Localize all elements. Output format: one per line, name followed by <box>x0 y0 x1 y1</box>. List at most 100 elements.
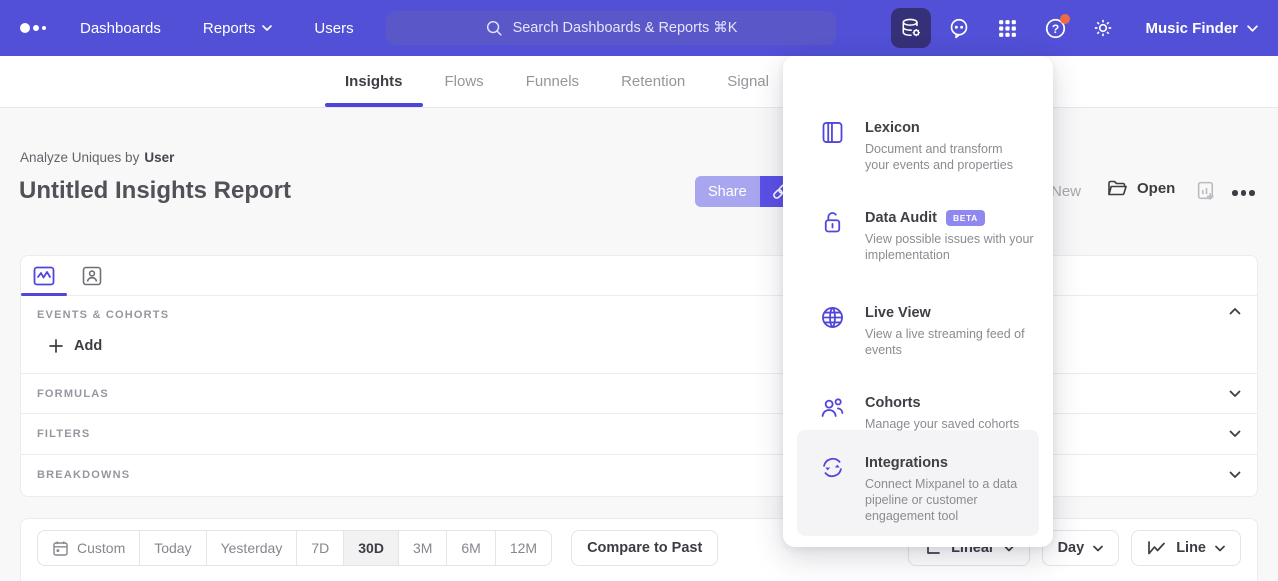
date-range-yesterday[interactable]: Yesterday <box>207 531 298 565</box>
lexicon-icon <box>819 119 847 147</box>
chevron-down-icon <box>1229 430 1241 438</box>
section-label: EVENTS & COHORTS <box>37 309 169 321</box>
add-label: Add <box>74 338 102 354</box>
plus-icon <box>49 339 63 353</box>
date-range-segmented-control: Custom Today Yesterday 7D 30D 3M 6M 12M <box>37 530 552 566</box>
data-management-button[interactable] <box>891 8 931 48</box>
section-breakdowns[interactable]: BREAKDOWNS <box>21 455 1257 495</box>
date-range-label: Today <box>154 540 191 556</box>
share-button[interactable]: Share <box>695 176 760 207</box>
open-report-button[interactable]: Open <box>1107 179 1175 198</box>
menu-item-cohorts[interactable]: Cohorts Manage your saved cohorts <box>783 395 1053 432</box>
chevron-down-icon <box>1247 25 1258 32</box>
date-range-today[interactable]: Today <box>140 531 206 565</box>
apps-grid-button[interactable] <box>987 8 1027 48</box>
page-title[interactable]: Untitled Insights Report <box>19 177 291 205</box>
help-button[interactable]: ? <box>1035 8 1075 48</box>
more-options-button[interactable] <box>1230 186 1257 200</box>
person-square-icon <box>82 266 102 286</box>
chevron-down-icon <box>262 25 272 31</box>
date-range-7d[interactable]: 7D <box>297 531 344 565</box>
tab-signal[interactable]: Signal <box>707 56 789 107</box>
chart-type-label: Line <box>1176 540 1206 556</box>
tab-label: Insights <box>345 73 403 90</box>
report-tabbar: Insights Flows Funnels Retention Signal … <box>0 56 1278 108</box>
calendar-icon <box>52 540 69 557</box>
feedback-button[interactable] <box>939 8 979 48</box>
date-range-label: Custom <box>77 540 125 556</box>
menu-item-data-audit[interactable]: Data Audit BETA View possible issues wit… <box>783 210 1053 263</box>
date-range-12m[interactable]: 12M <box>496 531 551 565</box>
grid-icon <box>997 18 1018 39</box>
menu-item-lexicon[interactable]: Lexicon Document and transform your even… <box>783 120 1053 173</box>
menu-item-title: Data Audit <box>865 210 937 226</box>
search-input[interactable]: Search Dashboards & Reports ⌘K <box>386 11 836 45</box>
project-switcher[interactable]: Music Finder <box>1145 20 1258 37</box>
new-report-button[interactable]: New <box>1051 183 1081 200</box>
menu-item-integrations[interactable]: Integrations Connect Mixpanel to a data … <box>783 455 1053 524</box>
nav-item-reports[interactable]: Reports <box>203 20 273 37</box>
share-label: Share <box>708 184 747 200</box>
date-range-3m[interactable]: 3M <box>399 531 447 565</box>
dot <box>1241 190 1247 196</box>
date-range-label: 3M <box>413 540 432 556</box>
add-to-dashboard-button[interactable] <box>1196 180 1217 202</box>
chat-bubble-icon <box>948 17 970 39</box>
new-label: New <box>1051 183 1081 200</box>
menu-item-description: View possible issues with your implement… <box>865 231 1057 263</box>
compare-to-past-button[interactable]: Compare to Past <box>571 530 718 566</box>
metrics-view-tab[interactable] <box>33 266 55 286</box>
date-range-label: 30D <box>358 540 384 556</box>
tab-retention[interactable]: Retention <box>601 56 705 107</box>
settings-button[interactable] <box>1083 8 1123 48</box>
users-view-tab[interactable] <box>81 266 103 286</box>
chevron-down-icon <box>1229 471 1241 479</box>
notification-dot <box>1060 14 1070 24</box>
nav-item-label: Users <box>314 20 353 37</box>
top-nav: Dashboards Reports Users Search Dashboar… <box>0 0 1278 56</box>
cohorts-icon <box>819 394 847 422</box>
integrations-icon <box>819 454 847 482</box>
date-range-30d[interactable]: 30D <box>344 531 399 565</box>
chart-toolbar-panel: Custom Today Yesterday 7D 30D 3M 6M 12M … <box>20 518 1258 581</box>
dot <box>1249 190 1255 196</box>
mixpanel-app: Dashboards Reports Users Search Dashboar… <box>0 0 1278 581</box>
tab-insights[interactable]: Insights <box>325 56 423 107</box>
chevron-up-icon <box>1229 307 1241 315</box>
nav-item-dashboards[interactable]: Dashboards <box>80 20 161 37</box>
line-chart-square-icon <box>33 266 55 286</box>
mixpanel-logo-icon[interactable] <box>20 23 46 33</box>
menu-item-description: View a live streaming feed of events <box>865 326 1047 358</box>
nav-item-label: Dashboards <box>80 20 161 37</box>
date-range-6m[interactable]: 6M <box>447 531 495 565</box>
nav-item-users[interactable]: Users <box>314 20 353 37</box>
section-filters[interactable]: FILTERS <box>21 414 1257 454</box>
tab-label: Retention <box>621 73 685 90</box>
section-formulas[interactable]: FORMULAS <box>21 374 1257 414</box>
chart-type-dropdown[interactable]: Line <box>1131 530 1241 566</box>
database-gear-icon <box>900 17 922 39</box>
tab-funnels[interactable]: Funnels <box>506 56 599 107</box>
add-event-button[interactable]: Add <box>49 338 102 354</box>
svg-text:?: ? <box>1052 21 1059 35</box>
menu-item-description: Document and transform your events and p… <box>865 141 1027 173</box>
nav-right-cluster: ? Music Finder <box>883 0 1258 56</box>
compare-label: Compare to Past <box>587 540 702 556</box>
menu-item-title: Integrations <box>865 455 948 471</box>
tab-label: Flows <box>445 73 484 90</box>
interval-label: Day <box>1058 540 1085 556</box>
interval-dropdown[interactable]: Day <box>1042 530 1120 566</box>
date-range-custom[interactable]: Custom <box>38 531 140 565</box>
builder-view-tabs <box>21 256 1257 296</box>
tab-flows[interactable]: Flows <box>425 56 504 107</box>
gear-icon <box>1092 17 1114 39</box>
menu-item-live-view[interactable]: Live View View a live streaming feed of … <box>783 305 1053 358</box>
menu-item-description: Connect Mixpanel to a data pipeline or c… <box>865 476 1037 524</box>
data-management-menu: Lexicon Document and transform your even… <box>783 56 1053 547</box>
section-events-cohorts[interactable]: EVENTS & COHORTS Add <box>21 296 1257 374</box>
date-range-label: 7D <box>311 540 329 556</box>
section-label: FORMULAS <box>37 388 109 400</box>
tab-label: Funnels <box>526 73 579 90</box>
analyze-value[interactable]: User <box>144 150 174 165</box>
add-to-dashboard-icon <box>1196 180 1217 202</box>
